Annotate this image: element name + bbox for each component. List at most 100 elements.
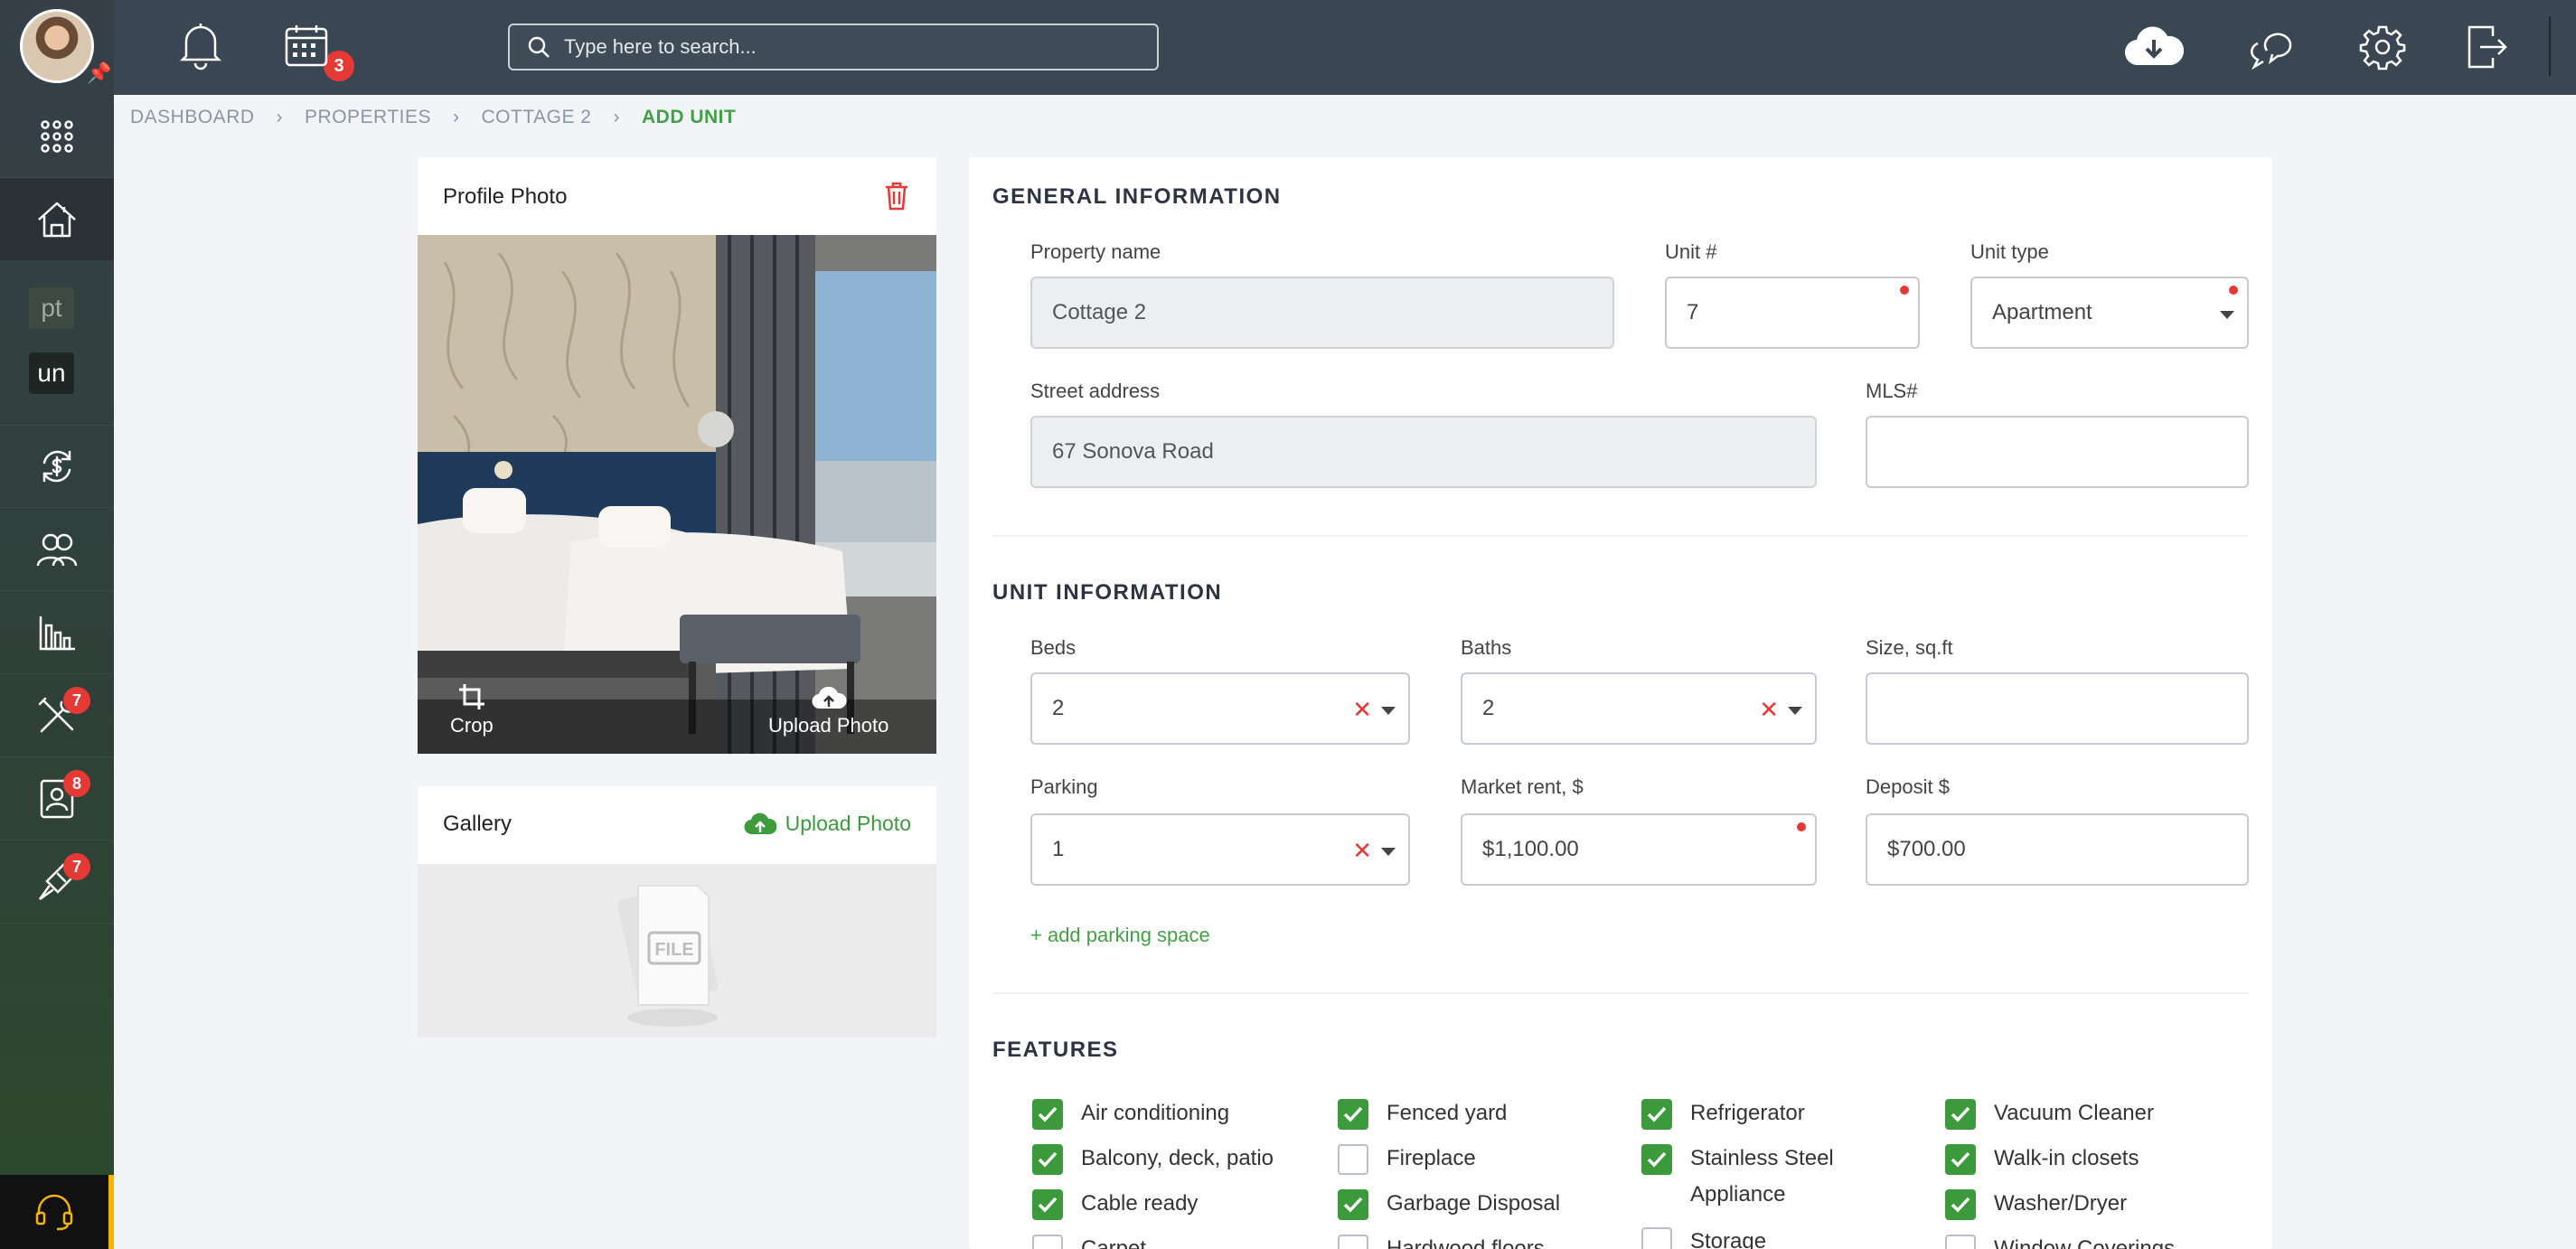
beds-value: 2 [1052, 696, 1065, 720]
feature-hardwood-floors[interactable]: Hardwood floors [1338, 1231, 1545, 1249]
crop-icon [458, 684, 484, 709]
feature-air-conditioning[interactable]: Air conditioning [1032, 1095, 1229, 1132]
tools-badge: 7 [63, 687, 90, 714]
feature-fenced-yard[interactable]: Fenced yard [1338, 1095, 1507, 1132]
checkbox-checked[interactable] [1032, 1144, 1063, 1175]
messages-button[interactable] [2250, 25, 2298, 75]
feature-vacuum-cleaner[interactable]: Vacuum Cleaner [1945, 1095, 2154, 1132]
mls-label: MLS# [1866, 380, 1918, 402]
checkbox-checked[interactable] [1032, 1189, 1063, 1220]
breadcrumb-cottage[interactable]: COTTAGE 2 [482, 107, 592, 128]
feature-label: Refrigerator [1690, 1101, 1805, 1125]
sidebar-item-reports[interactable] [0, 591, 114, 674]
clear-icon[interactable]: ✕ [1352, 698, 1372, 721]
sidebar-item-maintenance[interactable]: 7 [0, 840, 114, 924]
size-label: Size, sq.ft [1866, 636, 1953, 659]
search-box[interactable] [508, 23, 1159, 70]
cloud-upload-icon [744, 812, 776, 834]
clear-icon[interactable]: ✕ [1352, 839, 1372, 862]
logout-button[interactable] [2466, 23, 2509, 75]
feature-label: Fireplace [1387, 1146, 1476, 1170]
feature-washer-dryer[interactable]: Washer/Dryer [1945, 1186, 2127, 1222]
checkbox-checked[interactable] [1945, 1099, 1976, 1130]
breadcrumb-properties[interactable]: PROPERTIES [305, 107, 431, 128]
parking-value: 1 [1052, 837, 1065, 861]
unit-info-title: UNIT INFORMATION [992, 580, 1223, 605]
feature-cable-ready[interactable]: Cable ready [1032, 1186, 1198, 1222]
feature-walk-in-closets[interactable]: Walk-in closets [1945, 1141, 2139, 1177]
gallery-upload-button[interactable]: Upload Photo [744, 812, 911, 836]
checkbox-unchecked[interactable] [1032, 1235, 1063, 1249]
pin-icon[interactable]: 📌 [87, 61, 111, 85]
sidebar-item-contacts[interactable] [0, 508, 114, 591]
checkbox-checked[interactable] [1641, 1099, 1672, 1130]
checkbox-checked[interactable] [1032, 1099, 1063, 1130]
beds-label: Beds [1030, 636, 1076, 659]
checkbox-checked[interactable] [1338, 1099, 1368, 1130]
feature-garbage-disposal[interactable]: Garbage Disposal [1338, 1186, 1560, 1222]
settings-button[interactable] [2359, 23, 2406, 75]
checkbox-unchecked[interactable] [1338, 1235, 1368, 1249]
chevron-right-icon: › [453, 107, 460, 127]
street-address-value: 67 Sonova Road [1052, 439, 1214, 464]
checkbox-unchecked[interactable] [1641, 1227, 1672, 1249]
calendar-button[interactable] [284, 23, 329, 73]
mls-field[interactable] [1866, 416, 2249, 488]
sidebar: 📌 pt un 7 8 7 [0, 0, 114, 1249]
add-parking-link[interactable]: + add parking space [1030, 924, 1210, 947]
checkbox-unchecked[interactable] [1945, 1235, 1976, 1249]
delete-photo-button[interactable] [884, 181, 909, 216]
checkbox-unchecked[interactable] [1338, 1144, 1368, 1175]
notifications-button[interactable] [177, 20, 224, 75]
unit-type-select[interactable]: Apartment [1970, 277, 2249, 349]
clear-icon[interactable]: ✕ [1759, 698, 1779, 721]
feature-balcony[interactable]: Balcony, deck, patio [1032, 1141, 1274, 1177]
feature-refrigerator[interactable]: Refrigerator [1641, 1095, 1805, 1132]
feature-storage[interactable]: Storage [1641, 1224, 1766, 1249]
sidebar-item-payments[interactable] [0, 425, 114, 508]
sidebar-item-properties[interactable] [0, 178, 114, 261]
crop-label: Crop [450, 714, 494, 737]
property-name-field[interactable]: Cottage 2 [1030, 277, 1614, 349]
feature-label: Fenced yard [1387, 1101, 1508, 1125]
upload-photo-button[interactable]: Upload Photo [768, 687, 888, 737]
checkbox-checked[interactable] [1338, 1189, 1368, 1220]
feature-carpet[interactable]: Carpet [1032, 1231, 1146, 1249]
feature-window-coverings[interactable]: Window Coverings [1945, 1231, 2175, 1249]
search-input[interactable] [564, 35, 1142, 59]
required-indicator [1900, 286, 1909, 295]
user-avatar[interactable] [20, 9, 94, 83]
baths-value: 2 [1482, 696, 1495, 720]
cloud-upload-icon [812, 687, 847, 709]
sidebar-item-pt[interactable]: pt [29, 287, 74, 329]
file-label: FILE [654, 940, 693, 960]
feature-label: Washer/Dryer [1994, 1191, 2128, 1216]
feature-fireplace[interactable]: Fireplace [1338, 1141, 1476, 1177]
feature-label: Vacuum Cleaner [1994, 1101, 2154, 1125]
apps-menu[interactable] [0, 95, 114, 178]
search-icon [528, 36, 550, 58]
sidebar-item-tenants[interactable]: 8 [0, 757, 114, 840]
checkbox-checked[interactable] [1945, 1189, 1976, 1220]
unit-number-field[interactable]: 7 [1665, 277, 1920, 349]
support-button[interactable] [0, 1175, 114, 1249]
market-rent-field[interactable]: $1,100.00 [1461, 813, 1817, 886]
sidebar-item-tools[interactable]: 7 [0, 674, 114, 757]
breadcrumb-dashboard[interactable]: DASHBOARD [130, 107, 255, 128]
baths-select[interactable]: 2 ✕ [1461, 672, 1817, 745]
feature-label: Garbage Disposal [1387, 1191, 1561, 1216]
deposit-field[interactable]: $700.00 [1866, 813, 2249, 886]
download-button[interactable] [2124, 25, 2185, 73]
chevron-down-icon [1381, 707, 1396, 715]
sidebar-item-un[interactable]: un [29, 352, 74, 394]
street-address-field[interactable]: 67 Sonova Road [1030, 416, 1817, 488]
checkbox-checked[interactable] [1945, 1144, 1976, 1175]
feature-stainless-steel[interactable]: Stainless Steel Appliance [1641, 1141, 1904, 1213]
parking-select[interactable]: 1 ✕ [1030, 813, 1410, 886]
parking-label: Parking [1030, 775, 1098, 798]
file-placeholder-icon: FILE [617, 885, 719, 1027]
crop-button[interactable]: Crop [450, 683, 494, 737]
size-field[interactable] [1866, 672, 2249, 745]
beds-select[interactable]: 2 ✕ [1030, 672, 1410, 745]
checkbox-checked[interactable] [1641, 1144, 1672, 1175]
